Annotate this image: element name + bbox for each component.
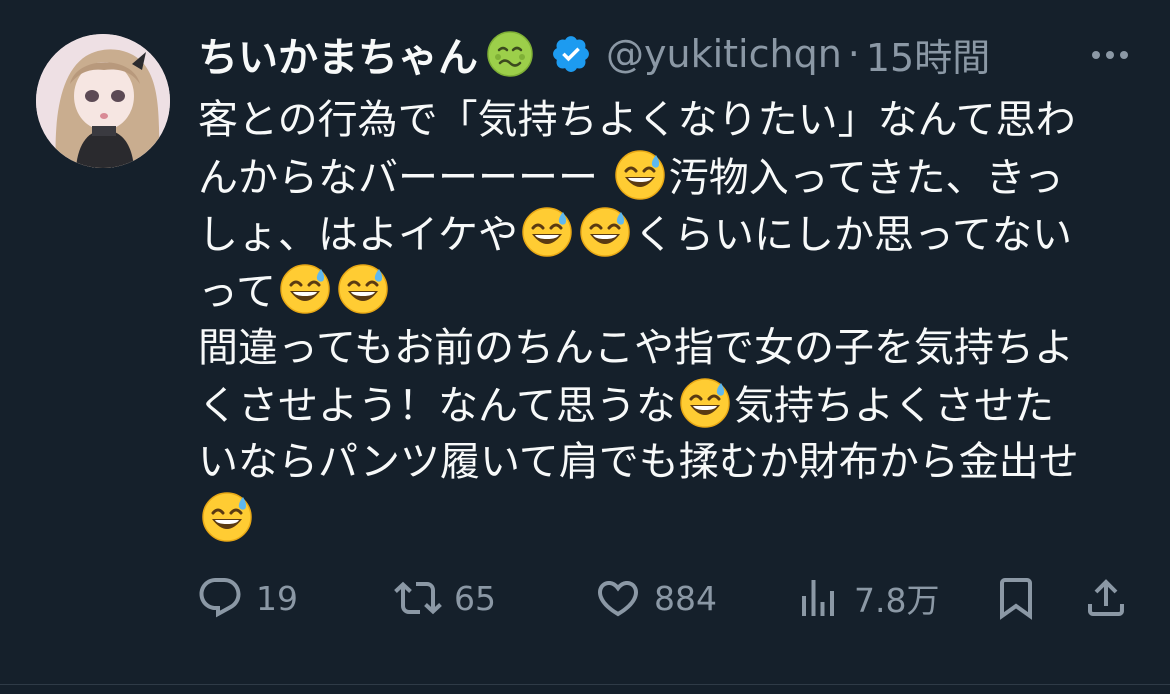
tweet-text-segment: んからなバーーーーー <box>198 155 611 201</box>
grinning-face-with-sweat-icon <box>580 207 630 257</box>
grinning-face-with-sweat-icon <box>202 492 252 542</box>
tweet-text-segment: 客との行為で「気持ちよくなりたい」なんて思わ <box>198 97 1076 143</box>
tweet-text-line: くさせよう！なんて思うな 気持ちよくさせた <box>198 377 1138 434</box>
grinning-face-with-sweat-icon <box>680 378 730 428</box>
like-count: 884 <box>654 578 717 618</box>
reply-icon <box>199 578 241 618</box>
view-count: 7.8万 <box>854 581 940 620</box>
tweet-text-segment: 間違ってもお前のちんこや指で女の子を気持ちよ <box>198 325 1074 371</box>
like-button[interactable]: 884 <box>594 566 717 630</box>
tweet-text-segment: 汚物入ってきた、きっ <box>668 155 1064 201</box>
tweet-text-line: 間違ってもお前のちんこや指で女の子を気持ちよ <box>198 320 1138 377</box>
tweet-text-line <box>198 491 1138 548</box>
grinning-face-with-sweat-icon <box>338 264 388 314</box>
grinning-face-with-sweat-icon <box>614 150 665 200</box>
analytics-bars-icon <box>802 580 834 616</box>
tweet-text-line: 客との行為で「気持ちよくなりたい」なんて思わ <box>198 92 1138 149</box>
bookmark-icon <box>1000 578 1032 620</box>
tweet-header: ちいかまちゃん @yukitichqn · 15時間 <box>198 26 1138 82</box>
nauseated-face-icon <box>487 31 533 77</box>
share-button[interactable] <box>1082 566 1130 630</box>
avatar[interactable] <box>36 34 170 168</box>
share-upload-icon <box>1088 579 1124 616</box>
grinning-face-with-sweat-icon <box>280 264 330 314</box>
views-button[interactable]: 7.8万 <box>794 566 939 630</box>
tweet-card[interactable]: ちいかまちゃん @yukitichqn · 15時間 客との行為で「気持ちよくな… <box>0 0 1170 694</box>
retweet-button[interactable]: 65 <box>394 566 496 630</box>
tweet-text-segment: くらいにしか思ってない <box>634 212 1072 258</box>
reply-count: 19 <box>256 578 298 618</box>
heart-icon <box>597 581 639 617</box>
more-options-icon[interactable] <box>1087 32 1133 78</box>
tweet-text-line: いならパンツ履いて肩でも揉むか財布から金出せ <box>198 434 1138 491</box>
reply-button[interactable]: 19 <box>196 566 298 630</box>
grinning-face-with-sweat-icon <box>522 207 572 257</box>
user-handle[interactable]: @yukitichqn <box>606 32 842 76</box>
tweet-text: 客との行為で「気持ちよくなりたい」なんて思わ んからなバーーーーー 汚物入ってきた… <box>198 92 1138 548</box>
tweet-text-segment: 気持ちよくさせた <box>734 383 1054 429</box>
tweet-text-segment: いならパンツ履いて肩でも揉むか財布から金出せ <box>198 439 1079 485</box>
bookmark-button[interactable] <box>992 566 1040 630</box>
display-name[interactable]: ちいかまちゃん <box>198 25 478 83</box>
retweet-count: 65 <box>454 578 496 618</box>
divider <box>0 684 1170 685</box>
tweet-text-line: って <box>198 263 1138 320</box>
tweet-text-line: んからなバーーーーー 汚物入ってきた、きっ <box>198 149 1138 206</box>
separator-dot: · <box>847 32 860 76</box>
verified-badge-icon[interactable] <box>550 33 592 75</box>
tweet-text-segment: くさせよう！なんて思うな <box>198 383 676 429</box>
tweet-text-line: しょ、はよイケや くらいにしか思ってない <box>198 206 1138 263</box>
tweet-text-segment: って <box>198 269 276 315</box>
tweet-actions: 19 65 884 7.8万 <box>0 566 1170 630</box>
timestamp[interactable]: 15時間 <box>866 27 990 82</box>
retweet-icon <box>394 581 442 615</box>
tweet-text-segment: しょ、はよイケや <box>198 212 518 258</box>
avatar-image <box>36 34 170 168</box>
